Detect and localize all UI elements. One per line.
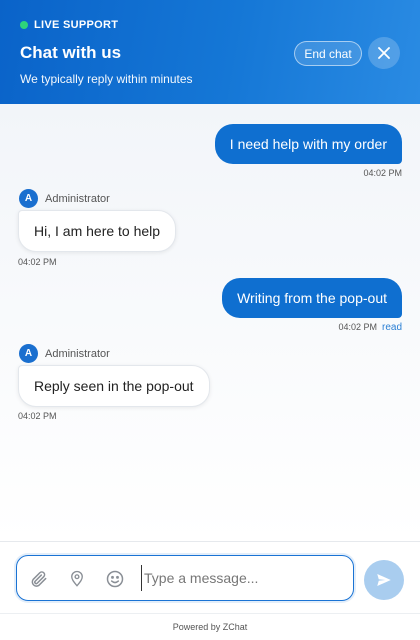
read-receipt: read	[381, 322, 402, 333]
message-timestamp: 04:02 PM	[18, 411, 57, 421]
chat-header: LIVE SUPPORT Chat with us We typically r…	[0, 0, 420, 104]
message-meta: 04:02 PM read	[338, 322, 402, 333]
sender-row: A Administrator	[19, 344, 110, 363]
emoji-button[interactable]	[104, 568, 126, 590]
share-location-button[interactable]	[66, 568, 88, 590]
online-status-dot	[20, 21, 28, 29]
message-input-box	[16, 555, 354, 601]
powered-by-footer: Powered by ZChat	[0, 613, 420, 640]
attach-button[interactable]	[28, 568, 50, 590]
message-timestamp: 04:02 PM	[18, 257, 57, 267]
close-icon	[378, 47, 390, 59]
incoming-message-bubble: Hi, I am here to help	[18, 210, 177, 252]
sender-name: Administrator	[45, 347, 110, 360]
incoming-message-bubble: Reply seen in the pop-out	[18, 365, 210, 407]
close-button[interactable]	[368, 37, 400, 69]
paperclip-icon	[31, 571, 47, 587]
end-chat-button[interactable]: End chat	[294, 41, 362, 66]
chat-title: Chat with us	[20, 43, 122, 62]
location-pin-icon	[71, 570, 83, 587]
message-composer	[0, 541, 420, 613]
message-input[interactable]	[141, 565, 341, 591]
live-support-label: LIVE SUPPORT	[34, 19, 119, 31]
avatar: A	[19, 344, 38, 363]
emoji-icon	[106, 570, 124, 588]
outgoing-message-bubble: I need help with my order	[214, 124, 402, 164]
message-list: I need help with my order 04:02 PM A Adm…	[0, 104, 420, 541]
live-status: LIVE SUPPORT	[20, 19, 118, 31]
send-button[interactable]	[364, 560, 404, 600]
avatar: A	[19, 189, 38, 208]
sender-row: A Administrator	[19, 189, 110, 208]
message-timestamp: 04:02 PM	[338, 322, 377, 332]
chat-subtitle: We typically reply within minutes	[20, 72, 193, 86]
outgoing-message-bubble: Writing from the pop-out	[222, 278, 402, 318]
message-timestamp: 04:02 PM	[363, 168, 402, 178]
sender-name: Administrator	[45, 192, 110, 205]
send-icon	[377, 574, 391, 586]
